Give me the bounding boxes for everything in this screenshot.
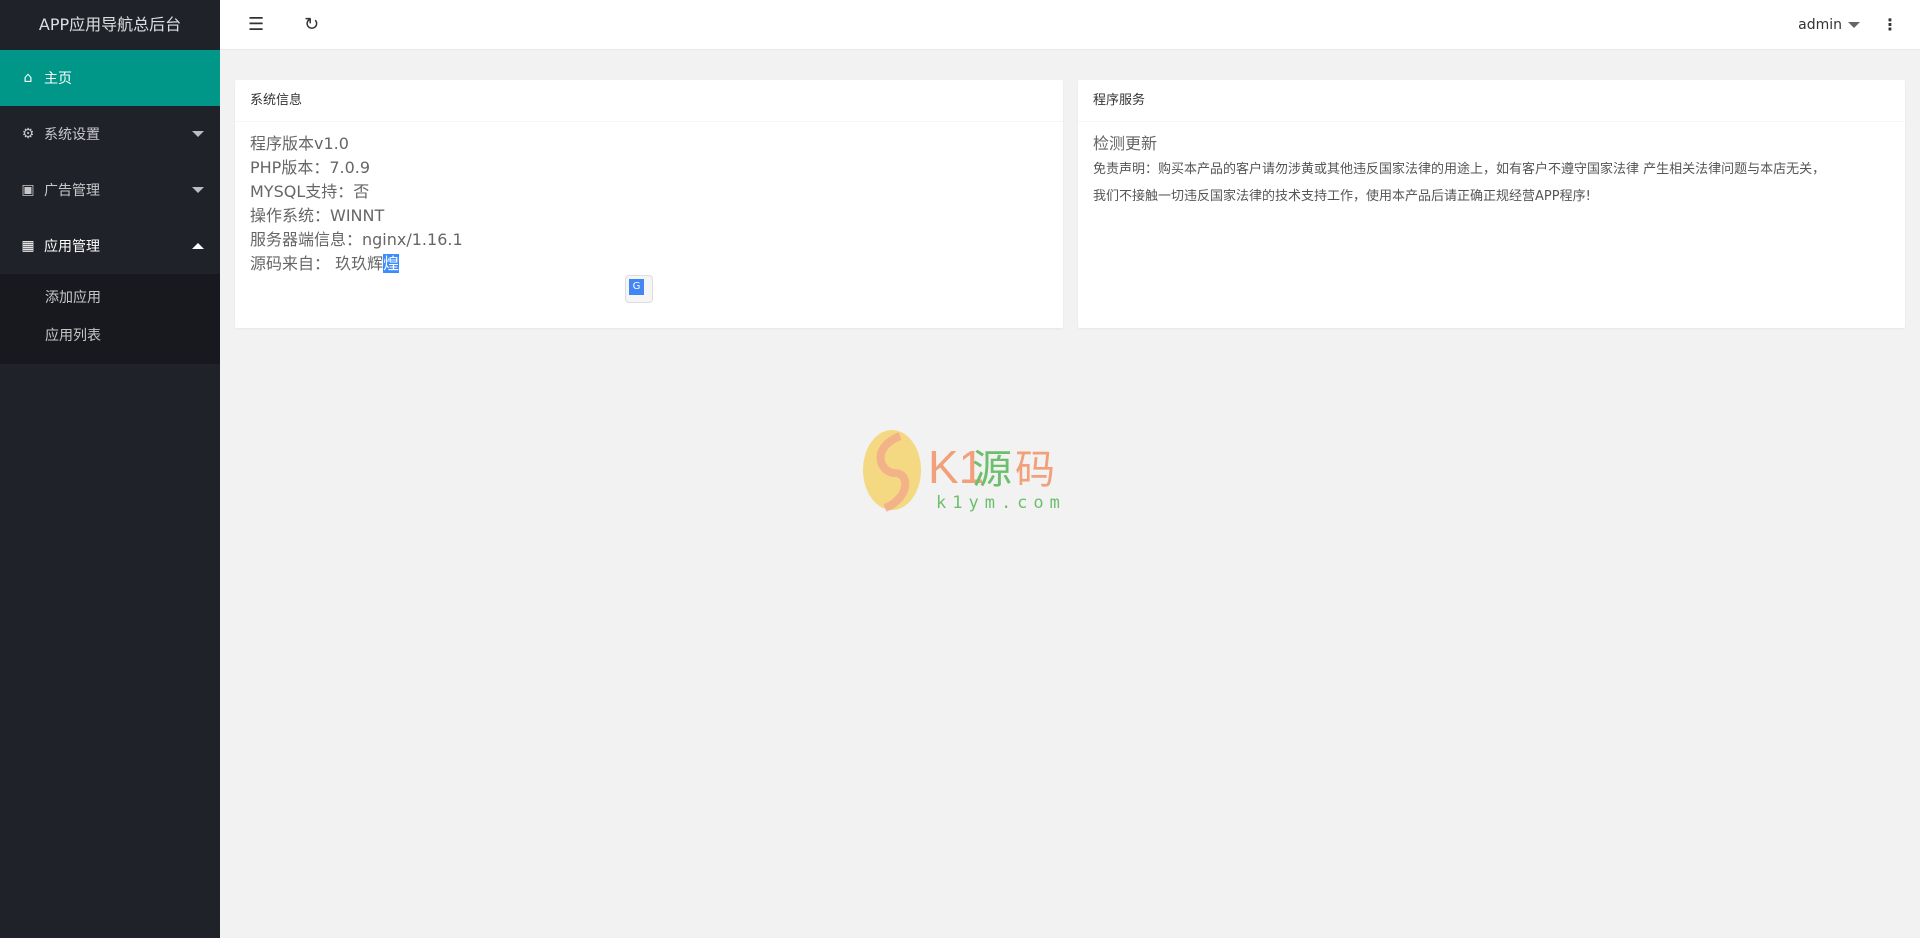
sidebar: APP应用导航总后台 ⌂ 主页 ⚙ 系统设置 ▣ 广告管理 ▦ 应用管理 添加应用 应用…: [0, 0, 220, 938]
info-line: 操作系统：WINNT: [250, 206, 385, 225]
apps-submenu: 添加应用 应用列表: [0, 274, 220, 364]
card-title: 程序服务: [1078, 80, 1905, 122]
info-line: PHP版本：7.0.9: [250, 158, 371, 177]
source-text: 源码来自： 玖玖辉: [250, 254, 384, 273]
top-header: ☰ ↻ admin ⋮: [220, 0, 1920, 50]
sidebar-item-home[interactable]: ⌂ 主页: [0, 50, 220, 106]
image-icon: ▣: [21, 182, 35, 198]
gear-icon: ⚙: [21, 126, 35, 142]
sidebar-item-label: 系统设置: [44, 127, 100, 143]
collapse-menu-icon[interactable]: ☰: [248, 0, 264, 50]
sidebar-item-label: 广告管理: [44, 183, 100, 199]
chevron-up-icon: [192, 243, 204, 249]
apps-icon: ▦: [21, 238, 35, 254]
svg-text:码: 码: [1015, 447, 1055, 493]
caret-down-icon: [1848, 22, 1860, 28]
app-title: APP应用导航总后台: [38, 15, 182, 34]
program-service-card: 程序服务 检测更新 免责声明：购买本产品的客户请勿涉黄或其他违反国家法律的用途上…: [1078, 80, 1905, 328]
sidebar-item-ads[interactable]: ▣ 广告管理: [0, 162, 220, 218]
disclaimer-text: 我们不接触一切违反国家法律的技术支持工作，使用本产品后请正确正规经营APP程序!: [1093, 189, 1591, 204]
sidebar-item-app-list[interactable]: 应用列表: [0, 318, 220, 364]
translate-icon[interactable]: [625, 275, 653, 303]
svg-text:k1ym.com: k1ym.com: [936, 493, 1065, 513]
info-line: MYSQL支持：否: [250, 182, 370, 201]
sidebar-item-apps[interactable]: ▦ 应用管理: [0, 218, 220, 274]
refresh-icon[interactable]: ↻: [304, 0, 319, 50]
info-line-source: 源码来自： 玖玖辉煌: [250, 252, 1048, 276]
chevron-down-icon: [192, 131, 204, 137]
home-icon: ⌂: [23, 70, 33, 86]
disclaimer-text: 免责声明：购买本产品的客户请勿涉黄或其他违反国家法律的用途上，如有客户不遵守国家…: [1093, 162, 1826, 177]
more-vertical-icon[interactable]: ⋮: [1882, 0, 1898, 50]
info-line: 程序版本v1.0: [250, 134, 349, 153]
card-title: 系统信息: [235, 80, 1063, 122]
sidebar-item-label: 应用管理: [44, 239, 100, 255]
system-info-card: 系统信息 程序版本v1.0 PHP版本：7.0.9 MYSQL支持：否 操作系统…: [235, 80, 1063, 328]
svg-text:源: 源: [972, 447, 1012, 493]
check-update-link[interactable]: 检测更新: [1093, 132, 1890, 156]
username: admin: [1798, 17, 1842, 33]
info-line: 服务器端信息：nginx/1.16.1: [250, 230, 463, 249]
sidebar-item-label: 主页: [44, 71, 72, 87]
user-menu[interactable]: admin: [1798, 0, 1860, 50]
chevron-down-icon: [192, 187, 204, 193]
sidebar-item-add-app[interactable]: 添加应用: [0, 274, 220, 318]
sidebar-item-system-settings[interactable]: ⚙ 系统设置: [0, 106, 220, 162]
selected-text: 煌: [383, 254, 400, 273]
watermark-logo: K1 源 码 k1ym.com: [863, 430, 1065, 513]
